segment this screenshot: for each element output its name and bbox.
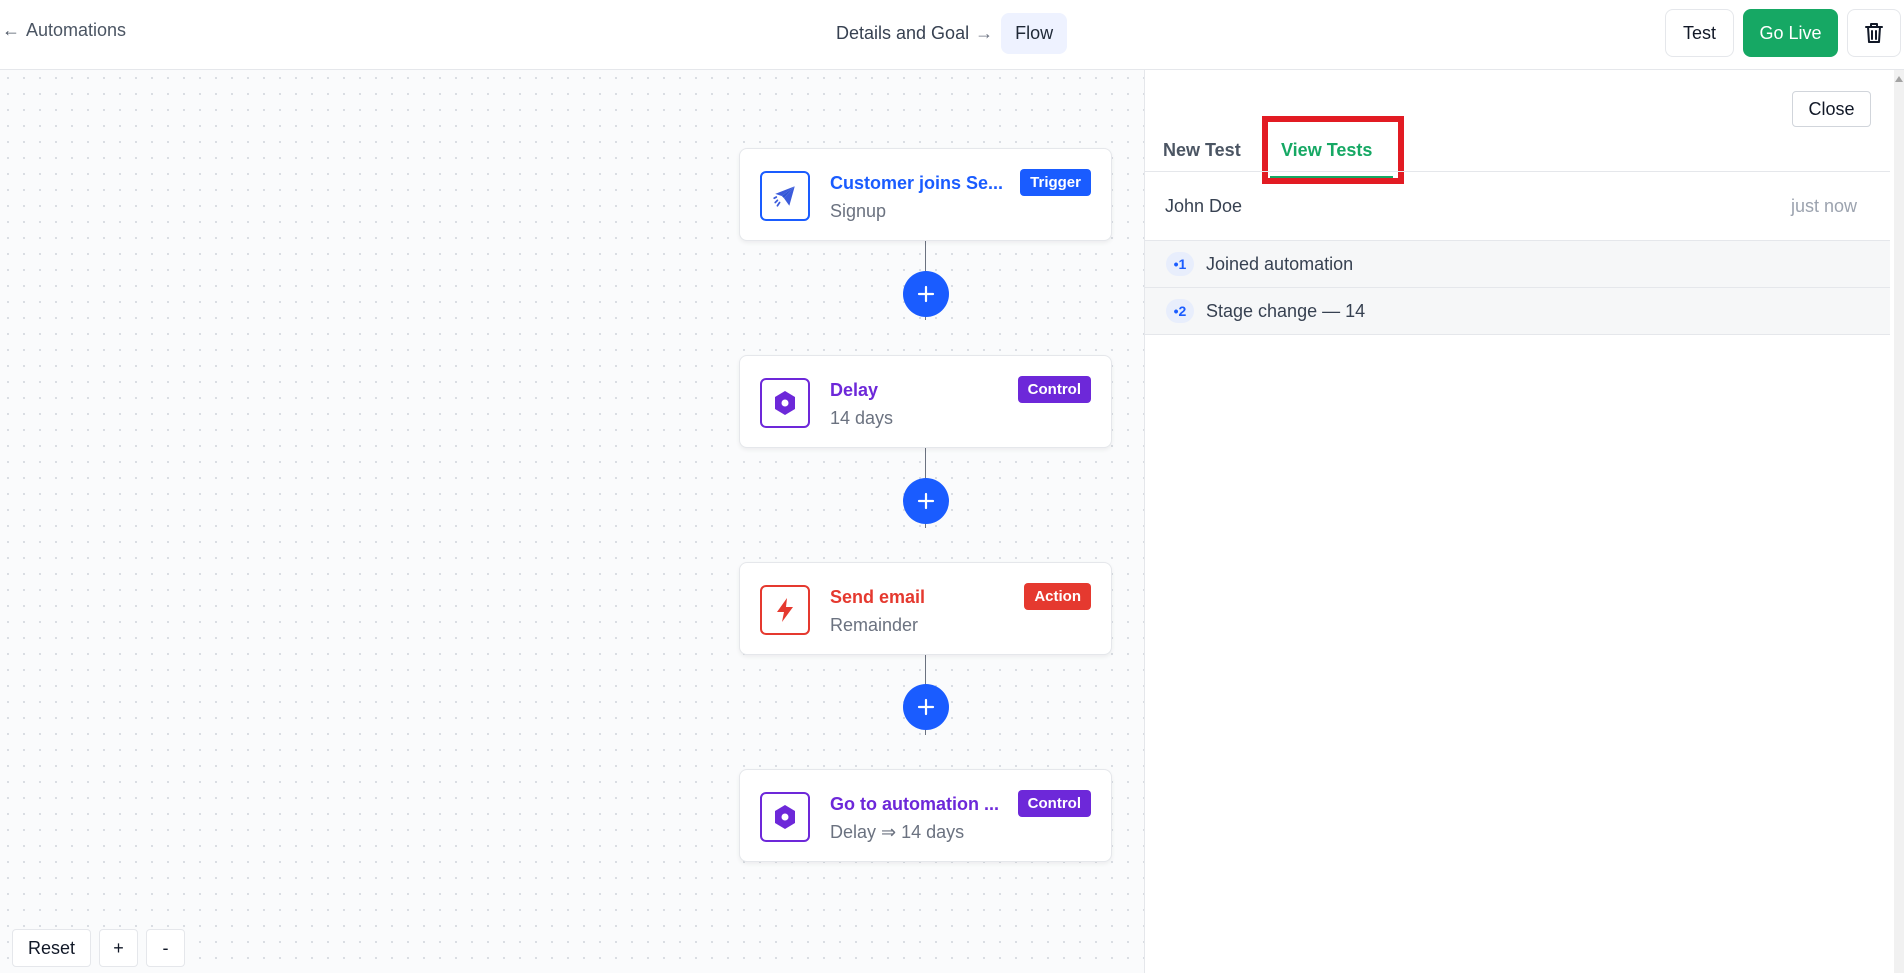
paper-plane-icon: [760, 171, 810, 221]
crumb-arrow-icon: →: [975, 22, 994, 43]
step-label: Joined automation: [1206, 254, 1354, 274]
lightning-icon: [760, 585, 810, 635]
close-panel-button[interactable]: Close: [1792, 91, 1871, 127]
zoom-out-button[interactable]: -: [146, 929, 185, 967]
zoom-in-button[interactable]: +: [99, 929, 138, 967]
node-title: Delay: [830, 380, 879, 400]
test-timestamp: just now: [1790, 196, 1857, 216]
flow-node-delay[interactable]: Delay 14 days Control: [739, 355, 1112, 448]
add-step-button[interactable]: [903, 684, 949, 730]
flow-node-send-email[interactable]: Send email Remainder Action: [739, 562, 1112, 655]
test-run-row[interactable]: John Doe just now: [1145, 171, 1890, 241]
back-link-label: Automations: [26, 20, 127, 40]
test-contact-name: John Doe: [1165, 196, 1243, 216]
flow-canvas[interactable]: Customer joins Se... Signup Trigger Dela…: [0, 70, 1145, 973]
crumb-details-and-goal[interactable]: Details and Goal: [836, 23, 969, 44]
test-step-row: •2 Stage change — 14: [1145, 288, 1890, 335]
back-arrow-icon: ←: [2, 20, 20, 40]
plus-icon: [917, 492, 935, 510]
action-badge: Action: [1024, 583, 1091, 610]
test-button[interactable]: Test: [1665, 9, 1734, 57]
flow-node-trigger[interactable]: Customer joins Se... Signup Trigger: [739, 148, 1112, 241]
trigger-badge: Trigger: [1020, 169, 1091, 196]
test-step-row: •1 Joined automation: [1145, 241, 1890, 288]
node-title: Send email: [830, 587, 926, 607]
panel-scrollbar[interactable]: [1894, 70, 1904, 973]
plus-icon: [917, 698, 935, 716]
node-title: Go to automation ...: [830, 794, 999, 814]
node-subtitle: Delay ⇒ 14 days: [830, 822, 965, 842]
step-label: Stage change — 14: [1206, 301, 1366, 321]
tab-new-test[interactable]: New Test: [1163, 140, 1241, 161]
node-subtitle: 14 days: [830, 408, 894, 428]
node-subtitle: Remainder: [830, 615, 919, 635]
trash-icon: [1865, 23, 1883, 43]
plus-icon: [917, 285, 935, 303]
zoom-controls: Reset + -: [12, 929, 185, 967]
top-header: ← Automations Details and Goal → Flow Te…: [0, 0, 1904, 70]
delete-button[interactable]: [1847, 9, 1901, 57]
crumb-flow[interactable]: Flow: [1001, 12, 1068, 54]
step-number-badge: •2: [1166, 299, 1194, 323]
back-to-automations-link[interactable]: ← Automations: [2, 20, 126, 41]
go-live-button[interactable]: Go Live: [1743, 9, 1838, 57]
test-panel: Close New Test View Tests John Doe just …: [1145, 70, 1894, 973]
add-step-button[interactable]: [903, 478, 949, 524]
control-badge: Control: [1017, 790, 1091, 817]
reset-view-button[interactable]: Reset: [12, 929, 91, 967]
add-step-button[interactable]: [903, 271, 949, 317]
step-number-badge: •1: [1166, 252, 1194, 276]
node-title: Customer joins Se...: [830, 173, 1004, 193]
hexagon-icon: [760, 378, 810, 428]
breadcrumb: Details and Goal → Flow: [836, 12, 1068, 54]
hexagon-icon: [760, 792, 810, 842]
control-badge: Control: [1017, 376, 1091, 403]
node-subtitle: Signup: [830, 201, 887, 221]
scroll-up-icon[interactable]: [1894, 74, 1904, 84]
flow-node-go-to-automation[interactable]: Go to automation ... Delay ⇒ 14 days Con…: [739, 769, 1112, 862]
